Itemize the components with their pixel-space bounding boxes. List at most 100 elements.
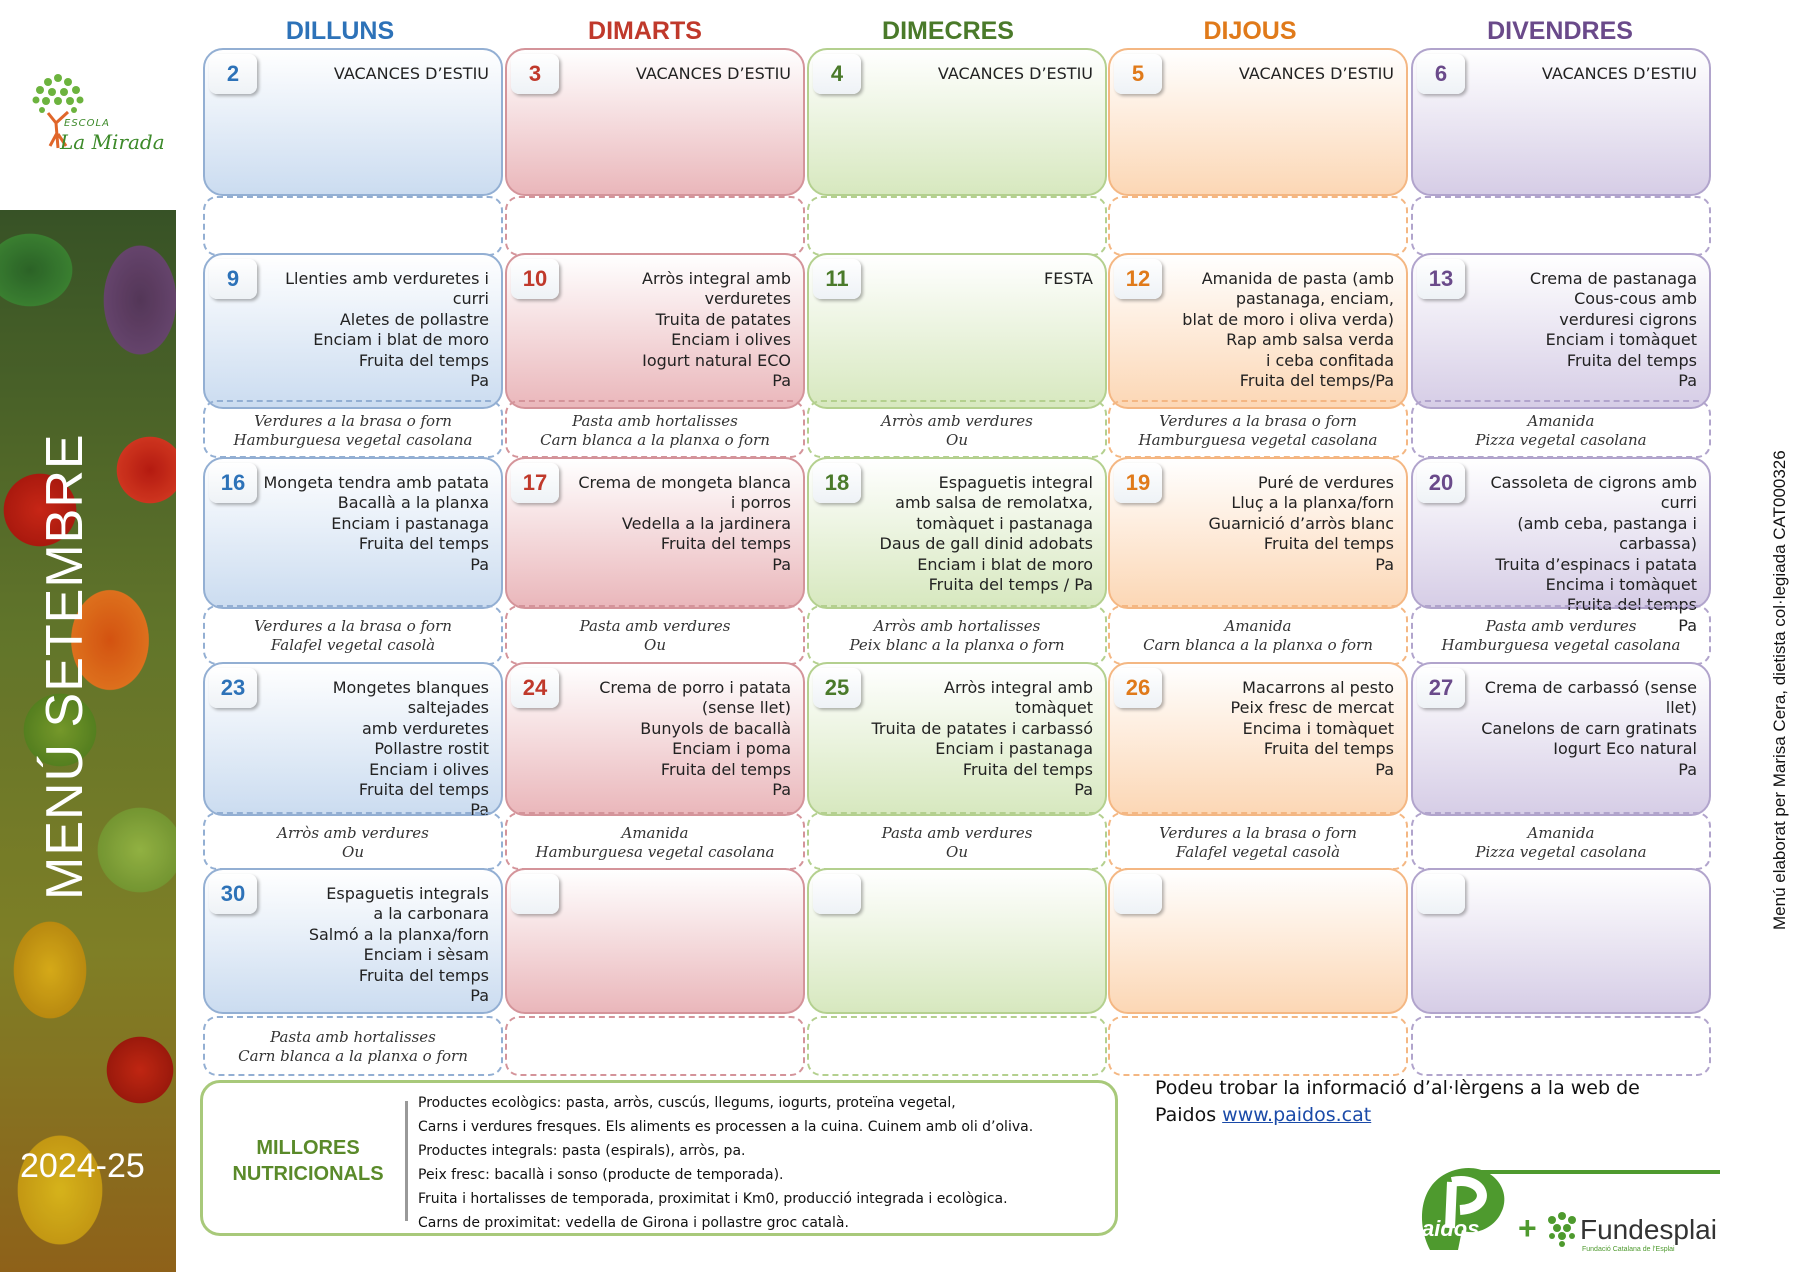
- lunch-menu: Crema de porro i patata (sense llet) Bun…: [599, 678, 791, 800]
- day-number: 18: [813, 463, 861, 503]
- dinner-suggestion-dilluns: [203, 196, 503, 256]
- dinner-text: Pasta amb hortalisses Carn blanca a la p…: [540, 412, 770, 449]
- lunch-cell-dimecres: 25 Arròs integral amb tomàquet Truita de …: [807, 662, 1107, 816]
- day-number: [511, 874, 559, 914]
- day-number: 17: [511, 463, 559, 503]
- lunch-cell-dimecres: 4 VACANCES D’ESTIU: [807, 48, 1107, 196]
- lunch-menu: Espaguetis integrals a la carbonara Salm…: [308, 884, 489, 1006]
- day-number: [813, 874, 861, 914]
- day-number: 12: [1114, 259, 1162, 299]
- lunch-menu: FESTA: [1044, 269, 1093, 288]
- dinner-text: Pasta amb verdures Ou: [579, 617, 731, 654]
- dinner-text: Pasta amb verdures Hamburguesa vegetal c…: [1441, 617, 1681, 654]
- dinner-suggestion-divendres: [1411, 196, 1711, 256]
- day-number: 25: [813, 668, 861, 708]
- plus-sign: +: [1518, 1210, 1537, 1246]
- menu-title: MENÚ SETEMBRE: [36, 433, 94, 900]
- dinner-text: Verdures a la brasa o forn Hamburguesa v…: [1138, 412, 1378, 449]
- lunch-menu: VACANCES D’ESTIU: [1238, 64, 1394, 83]
- improvement-item: Productes integrals: pasta (espirals), a…: [418, 1143, 746, 1159]
- lunch-cell-dijous: 5 VACANCES D’ESTIU: [1108, 48, 1408, 196]
- day-number: 19: [1114, 463, 1162, 503]
- lunch-cell-dijous: 26 Macarrons al pesto Peix fresc de merca…: [1108, 662, 1408, 816]
- lunch-menu: Macarrons al pesto Peix fresc de mercat …: [1230, 678, 1394, 779]
- lunch-menu: Crema de carbassó (sense llet) Canelons …: [1481, 678, 1697, 779]
- day-number: 20: [1417, 463, 1465, 503]
- lunch-cell-divendres: 13 Crema de pastanaga Cous-cous amb verdu…: [1411, 253, 1711, 409]
- lunch-cell-dimarts: 17 Crema de mongeta blanca i porros Vedel…: [505, 457, 805, 609]
- dinner-text: Amanida Carn blanca a la planxa o forn: [1143, 617, 1373, 654]
- dinner-suggestion-dilluns: Verdures a la brasa o forn Hamburguesa v…: [203, 400, 503, 458]
- lunch-cell-divendres: 6 VACANCES D’ESTIU: [1411, 48, 1711, 196]
- lunch-menu: VACANCES D’ESTIU: [635, 64, 791, 83]
- divider: [405, 1101, 408, 1221]
- school-name: La Mirada: [60, 130, 165, 154]
- lunch-cell-dijous: [1108, 868, 1408, 1014]
- dinner-suggestion-dijous: [1108, 1016, 1408, 1076]
- day-number: 24: [511, 668, 559, 708]
- day-header-divendres: DIVENDRES: [1487, 17, 1633, 45]
- dinner-suggestion-divendres: [1411, 1016, 1711, 1076]
- day-number: 16: [209, 463, 257, 503]
- dinner-suggestion-dimarts: [505, 1016, 805, 1076]
- dinner-suggestion-dijous: Verdures a la brasa o forn Falafel veget…: [1108, 812, 1408, 870]
- lunch-menu: Espaguetis integral amb salsa de remolat…: [879, 473, 1093, 595]
- dinner-text: Amanida Pizza vegetal casolana: [1475, 824, 1647, 861]
- improvement-item: Carns i verdures fresques. Els aliments …: [418, 1119, 1034, 1135]
- allergen-text-2: Paidos: [1155, 1104, 1223, 1126]
- dinner-text: Pasta amb verdures Ou: [881, 824, 1033, 861]
- nutritional-improvements-list: Productes ecològics: pasta, arròs, cuscú…: [418, 1091, 1033, 1235]
- day-number: 27: [1417, 668, 1465, 708]
- dinner-text: Arròs amb verdures Ou: [881, 412, 1033, 449]
- dietitian-credit: Menú elaborat per Marisa Cera, dietista …: [1770, 450, 1789, 930]
- improvement-item: Peix fresc: bacallà i sonso (producte de…: [418, 1167, 784, 1183]
- dinner-suggestion-dijous: [1108, 196, 1408, 256]
- lunch-cell-dijous: 12 Amanida de pasta (amb pastanaga, encia…: [1108, 253, 1408, 409]
- day-number: [1114, 874, 1162, 914]
- school-logo: ESCOLA La Mirada: [20, 68, 170, 158]
- lunch-cell-divendres: 20 Cassoleta de cigrons amb curri (amb ce…: [1411, 457, 1711, 635]
- lunch-menu: Puré de verdures Lluç a la planxa/forn G…: [1208, 473, 1394, 574]
- sponsor-logos: aidos + Fundesplai Fundació Catalana de …: [1410, 1150, 1720, 1260]
- day-number: 30: [209, 874, 257, 914]
- lunch-menu: VACANCES D’ESTIU: [1541, 64, 1697, 83]
- lunch-cell-dilluns: 16 Mongeta tendra amb patata Bacallà a la…: [203, 457, 503, 609]
- day-number: 23: [209, 668, 257, 708]
- lunch-cell-dilluns: 9 Llenties amb verduretes i curri Aletes …: [203, 253, 503, 409]
- dinner-suggestion-dilluns: Arròs amb verdures Ou: [203, 812, 503, 870]
- lunch-cell-dimecres: 18 Espaguetis integral amb salsa de remol…: [807, 457, 1107, 609]
- nutritional-improvements-title: MILLORES NUTRICIONALS: [232, 1137, 384, 1185]
- day-number: 5: [1114, 54, 1162, 94]
- allergen-text: Podeu trobar la informació d’al·lèrgens …: [1155, 1077, 1640, 1099]
- day-header-dilluns: DILLUNS: [285, 17, 395, 45]
- day-number: 9: [209, 259, 257, 299]
- lunch-cell-divendres: 27 Crema de carbassó (sense llet) Canelon…: [1411, 662, 1711, 816]
- paidos-logo-text: aidos: [1422, 1216, 1480, 1241]
- paidos-link[interactable]: www.paidos.cat: [1222, 1104, 1371, 1126]
- day-header-dimecres: DIMECRES: [882, 17, 1014, 45]
- lunch-menu: Llenties amb verduretes i curri Aletes d…: [285, 269, 489, 391]
- dinner-suggestion-dilluns: Verdures a la brasa o forn Falafel veget…: [203, 605, 503, 665]
- day-number: 2: [209, 54, 257, 94]
- lunch-cell-dimarts: [505, 868, 805, 1014]
- dinner-suggestion-dijous: Amanida Carn blanca a la planxa o forn: [1108, 605, 1408, 665]
- dinner-suggestion-dimecres: Pasta amb verdures Ou: [807, 812, 1107, 870]
- dinner-suggestion-divendres: Pasta amb verdures Hamburguesa vegetal c…: [1411, 605, 1711, 665]
- day-number: 11: [813, 259, 861, 299]
- lunch-menu: Mongeta tendra amb patata Bacallà a la p…: [263, 473, 489, 574]
- dinner-suggestion-dimecres: Arròs amb hortalisses Peix blanc a la pl…: [807, 605, 1107, 665]
- day-number: 10: [511, 259, 559, 299]
- allergen-info: Podeu trobar la informació d’al·lèrgens …: [1155, 1075, 1640, 1129]
- dinner-text: Amanida Pizza vegetal casolana: [1475, 412, 1647, 449]
- improvement-item: Fruita i hortalisses de temporada, proxi…: [418, 1191, 1008, 1207]
- dinner-text: Amanida Hamburguesa vegetal casolana: [535, 824, 775, 861]
- dinner-suggestion-dimarts: Pasta amb verdures Ou: [505, 605, 805, 665]
- day-number: [1417, 874, 1465, 914]
- fundesplai-logo-text: Fundesplai: [1580, 1214, 1717, 1245]
- lunch-menu: Arròs integral amb verduretes Truita de …: [642, 269, 791, 391]
- lunch-cell-divendres: [1411, 868, 1711, 1014]
- lunch-menu: Mongetes blanques saltejades amb verdure…: [332, 678, 489, 820]
- dinner-text: Verdures a la brasa o forn Hamburguesa v…: [233, 412, 473, 449]
- lunch-menu: VACANCES D’ESTIU: [937, 64, 1093, 83]
- school-label: ESCOLA: [64, 118, 110, 129]
